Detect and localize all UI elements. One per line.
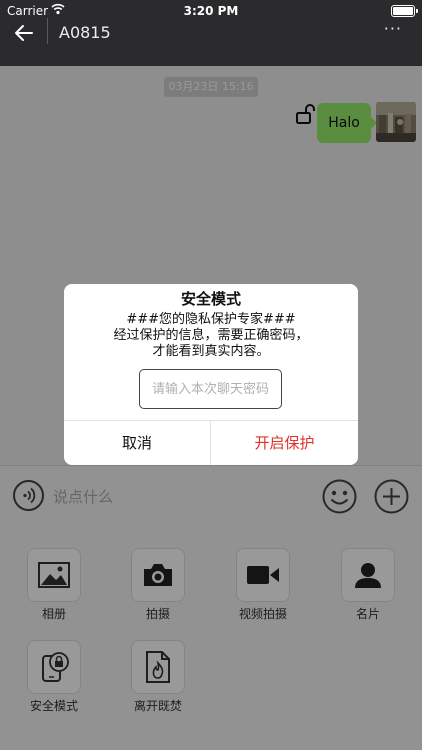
- chat-title: A0815: [59, 23, 111, 42]
- enable-protection-button[interactable]: 开启保护: [211, 421, 358, 465]
- cancel-button[interactable]: 取消: [64, 421, 211, 465]
- secure-mode-dialog: 安全模式 ###您的隐私保护专家### 经过保护的信息，需要正确密码， 才能看到…: [64, 284, 358, 465]
- battery-icon: [391, 5, 418, 17]
- password-input[interactable]: [139, 369, 282, 409]
- top-bar: Carrier 3:20 PM A0815 ···: [0, 0, 422, 66]
- more-button[interactable]: ···: [384, 19, 402, 38]
- dialog-title: 安全模式: [180, 290, 241, 308]
- dialog-buttons: 取消 开启保护: [64, 420, 358, 465]
- status-time: 3:20 PM: [183, 4, 239, 18]
- dialog-message: ###您的隐私保护专家### 经过保护的信息，需要正确密码， 才能看到真实内容。: [64, 312, 358, 360]
- dialog-message-line: 经过保护的信息，需要正确密码，: [113, 328, 309, 343]
- back-arrow-icon[interactable]: [10, 22, 38, 44]
- status-bar: Carrier 3:20 PM: [0, 0, 422, 22]
- dialog-message-line: 才能看到真实内容。: [152, 344, 270, 359]
- dialog-message-line: ###您的隐私保护专家###: [126, 312, 296, 327]
- nav-bar: A0815 ···: [0, 18, 422, 66]
- nav-divider: [47, 18, 48, 44]
